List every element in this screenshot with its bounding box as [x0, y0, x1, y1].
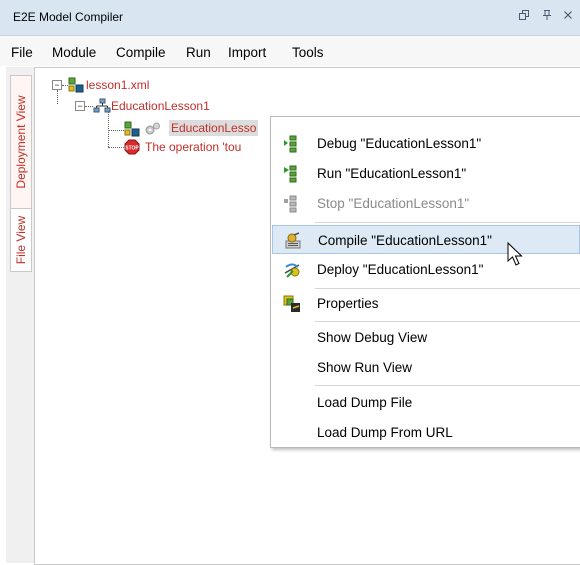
menu-item-properties-label: Properties	[317, 296, 379, 311]
deploy-icon	[283, 261, 301, 279]
child-collapse-toggle[interactable]: −	[75, 101, 85, 111]
menu-tools[interactable]: Tools	[292, 45, 324, 60]
mouse-cursor-icon	[507, 242, 523, 266]
tab-file-view[interactable]: File View	[10, 208, 32, 272]
tab-deployment-label: Deployment View	[14, 95, 28, 189]
title-bar: E2E Model Compiler	[0, 0, 580, 36]
tab-file-label: File View	[14, 215, 28, 265]
menu-separator	[315, 321, 580, 322]
tree-node-root[interactable]: lesson1.xml	[86, 78, 149, 92]
menu-module[interactable]: Module	[52, 45, 96, 60]
menu-item-load-dump-file-label: Load Dump File	[317, 395, 413, 410]
close-icon[interactable]	[560, 9, 576, 24]
menu-item-compile[interactable]: Compile "EducationLesson1"	[272, 225, 580, 254]
root-collapse-toggle[interactable]: −	[52, 80, 62, 90]
tree-node-grandchild-label: EducationLesso	[169, 120, 259, 136]
menu-item-run[interactable]: Run "EducationLesson1"	[272, 159, 580, 188]
menu-item-load-dump-file[interactable]: Load Dump File	[272, 388, 580, 417]
gear-icon	[144, 121, 160, 137]
menu-compile[interactable]: Compile	[116, 45, 166, 60]
menu-item-show-run-view[interactable]: Show Run View	[272, 353, 580, 382]
menu-item-show-run-view-label: Show Run View	[317, 360, 413, 375]
menu-bar: File Module Compile Run Import Tools	[0, 36, 580, 66]
tree-node-grandchild[interactable]: EducationLesso	[169, 120, 259, 136]
tab-deployment-view[interactable]: Deployment View	[10, 75, 32, 209]
stop-icon	[283, 195, 301, 213]
tree-node-child[interactable]: EducationLesson1	[111, 99, 210, 113]
menu-item-debug-label: Debug "EducationLesson1"	[317, 136, 482, 151]
menu-item-debug[interactable]: Debug "EducationLesson1"	[272, 129, 580, 158]
menu-run[interactable]: Run	[186, 45, 211, 60]
menu-item-stop-label: Stop "EducationLesson1"	[317, 196, 470, 211]
menu-item-load-dump-from-url-label: Load Dump From URL	[317, 425, 453, 440]
menu-separator	[315, 385, 580, 386]
menu-item-deploy-label: Deploy "EducationLesson1"	[317, 262, 484, 277]
menu-item-show-debug-view-label: Show Debug View	[317, 330, 428, 345]
context-menu: Debug "EducationLesson1" Run "EducationL…	[270, 116, 580, 448]
component-icon	[124, 121, 140, 137]
svg-text:STOP: STOP	[125, 146, 139, 152]
menu-item-compile-label: Compile "EducationLesson1"	[318, 233, 492, 248]
window-title: E2E Model Compiler	[13, 10, 124, 24]
debug-icon	[283, 135, 301, 153]
network-icon	[93, 98, 111, 114]
menu-item-properties[interactable]: Properties	[272, 289, 580, 318]
run-icon	[283, 165, 301, 183]
restore-icon[interactable]	[516, 9, 532, 24]
menu-separator	[315, 222, 580, 223]
menu-import[interactable]: Import	[228, 45, 266, 60]
menu-item-show-debug-view[interactable]: Show Debug View	[272, 323, 580, 352]
menu-item-load-dump-from-url[interactable]: Load Dump From URL	[272, 418, 580, 447]
pin-icon[interactable]	[539, 9, 555, 24]
stop-sign-icon: STOP	[124, 139, 140, 155]
menu-item-stop[interactable]: Stop "EducationLesson1"	[272, 189, 580, 218]
menu-file[interactable]: File	[11, 45, 33, 60]
menu-item-run-label: Run "EducationLesson1"	[317, 166, 467, 181]
model-file-icon	[68, 77, 84, 93]
menu-item-deploy[interactable]: Deploy "EducationLesson1"	[272, 255, 580, 284]
properties-icon	[283, 295, 301, 313]
compile-icon	[284, 232, 302, 250]
tree-node-error[interactable]: The operation 'tou	[145, 140, 241, 154]
